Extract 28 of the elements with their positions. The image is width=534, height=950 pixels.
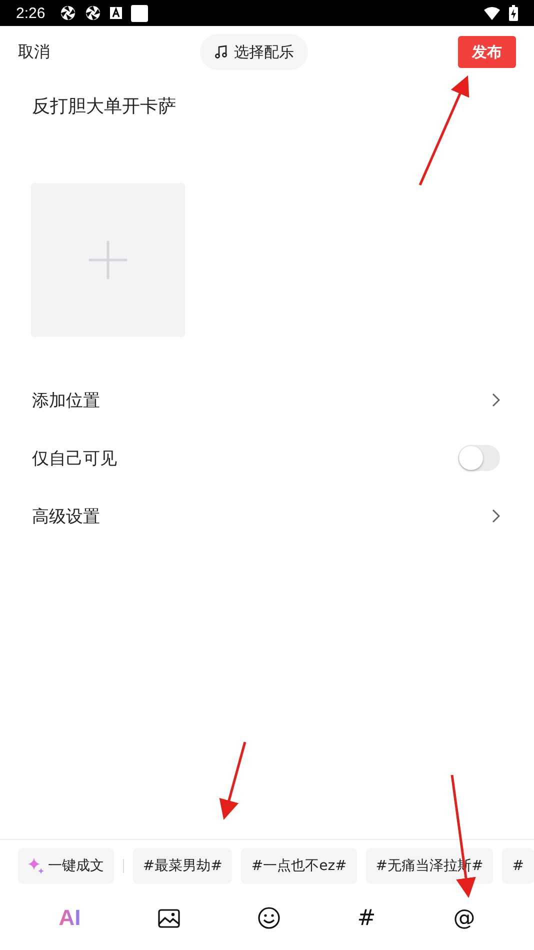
- publish-button[interactable]: 发布: [458, 36, 516, 68]
- cancel-button[interactable]: 取消: [18, 42, 50, 62]
- square-notification-icon: [131, 4, 148, 22]
- topic-chip[interactable]: #: [502, 848, 534, 884]
- wifi-icon: [484, 6, 500, 20]
- setting-label: 添加位置: [32, 390, 100, 412]
- app-notification-icon: [85, 5, 102, 21]
- setting-label: 高级设置: [32, 506, 100, 528]
- topic-chip[interactable]: #一点也不ez#: [241, 848, 357, 884]
- status-time: 2:26: [16, 4, 46, 22]
- topic-button[interactable]: #: [357, 906, 376, 930]
- ai-write-chip[interactable]: 一键成文: [18, 848, 114, 884]
- plus-icon: [88, 240, 128, 280]
- keyboard-notification-icon: [110, 7, 122, 19]
- app-notification-icon: [60, 5, 76, 21]
- music-note-icon: [214, 45, 228, 59]
- emoji-icon[interactable]: [258, 907, 280, 929]
- sparkle-icon: [28, 858, 44, 874]
- battery-icon: [509, 5, 518, 21]
- chevron-right-icon[interactable]: [492, 393, 500, 407]
- chevron-right-icon[interactable]: [492, 509, 500, 523]
- mention-button[interactable]: @: [453, 906, 476, 930]
- setting-label: 仅自己可见: [32, 448, 117, 470]
- topic-chip[interactable]: #最菜男劫#: [132, 848, 232, 884]
- image-icon[interactable]: [158, 908, 180, 928]
- post-text[interactable]: 反打胆大单开卡萨: [32, 94, 176, 118]
- toggle-switch[interactable]: [458, 445, 500, 471]
- choose-music-button[interactable]: 选择配乐: [200, 34, 308, 70]
